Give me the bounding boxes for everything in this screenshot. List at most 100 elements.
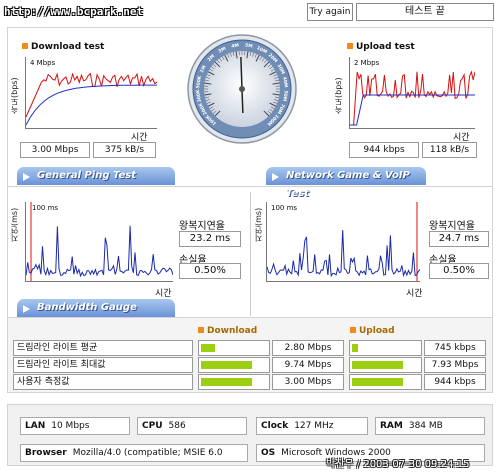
os-label: OS bbox=[261, 448, 276, 458]
bandwidth-upload-value: 7.93 Mbps bbox=[424, 357, 486, 373]
bar-fill bbox=[352, 361, 403, 369]
bandwidth-upload-header-text: Upload bbox=[359, 326, 395, 336]
download-ylabel: 속도(bps) bbox=[10, 77, 19, 114]
ping-chart: 100 ms bbox=[25, 202, 173, 282]
bar-fill bbox=[201, 378, 252, 386]
bandwidth-upload-value: 944 kbps bbox=[424, 374, 486, 390]
download-average-line bbox=[26, 84, 157, 126]
download-title-text: Download test bbox=[31, 42, 105, 52]
bandwidth-row-label: 드림라인 라이트 평균 bbox=[13, 340, 193, 356]
site-url: http://www.bcpark.net bbox=[4, 5, 144, 18]
game-scale-label: 100 ms bbox=[271, 204, 298, 212]
cpu-label: CPU bbox=[142, 421, 163, 431]
bar-fill bbox=[201, 361, 252, 369]
orange-square-icon bbox=[350, 327, 356, 333]
lan-value: 10 Mbps bbox=[51, 421, 90, 431]
download-chart: 4 Mbps bbox=[25, 57, 157, 129]
gauge-tick-label: 4M bbox=[231, 42, 240, 49]
game-chart: 100 ms bbox=[266, 202, 420, 282]
download-mbps-field: 3.00 Mbps bbox=[20, 142, 90, 158]
ping-series-line bbox=[26, 225, 173, 278]
upload-series-line bbox=[350, 70, 475, 126]
bandwidth-upload-value: 745 kbps bbox=[424, 340, 486, 356]
upload-kbps-field: 944 kbps bbox=[349, 142, 419, 158]
arrow-icon bbox=[272, 173, 279, 181]
upload-chart: 2 Mbps bbox=[349, 57, 475, 129]
speed-gauge: 100K 200K 300K 500K 1M 2M 3M 4M 5M 10M 20M 30M 40M 50… bbox=[186, 33, 298, 145]
lan-info: LAN 10 Mbps bbox=[20, 417, 130, 435]
browser-label: Browser bbox=[25, 448, 67, 458]
arrow-icon bbox=[23, 173, 30, 181]
ram-label: RAM bbox=[380, 421, 403, 431]
upload-test-title: Upload test bbox=[347, 42, 415, 52]
bar-fill bbox=[352, 344, 358, 352]
bandwidth-upload-bar bbox=[349, 340, 422, 356]
ping-loss-field: 0.50% bbox=[179, 263, 241, 279]
gauge-hub bbox=[239, 86, 245, 92]
upload-chart-svg bbox=[350, 70, 475, 126]
bar-fill bbox=[201, 344, 215, 352]
ping-tab-label: General Ping Test bbox=[37, 170, 137, 181]
upload-title-text: Upload test bbox=[356, 42, 415, 52]
upload-average-line bbox=[350, 94, 475, 126]
orange-square-icon bbox=[347, 43, 353, 49]
footer-signature: 박찬우 / 2003-07-30 09:24:15 bbox=[326, 459, 470, 470]
ping-chart-svg bbox=[26, 202, 173, 281]
gauge-svg: 100K200K300K500K1M2M3M4M 5M 10M20M30M40M50… bbox=[187, 34, 297, 144]
bandwidth-download-bar bbox=[198, 340, 270, 356]
game-delay-field: 24.7 ms bbox=[429, 231, 489, 247]
ram-info: RAM 384 MB bbox=[375, 417, 485, 435]
download-scale-label: 4 Mbps bbox=[30, 59, 56, 67]
general-ping-test-tab[interactable]: General Ping Test bbox=[17, 167, 175, 185]
ping-ylabel: 지연(ms) bbox=[10, 207, 19, 242]
bandwidth-tab-label: Bandwidth Gauge bbox=[37, 302, 137, 313]
bandwidth-upload-bar bbox=[349, 374, 422, 390]
bandwidth-download-bar bbox=[198, 357, 270, 373]
ping-xlabel: 시간 bbox=[155, 289, 172, 299]
clock-label: Clock bbox=[261, 421, 289, 431]
cpu-info: CPU 586 bbox=[137, 417, 247, 435]
bandwidth-download-value: 9.74 Mbps bbox=[272, 357, 344, 373]
bandwidth-download-header-text: Download bbox=[207, 326, 258, 336]
browser-value: Mozilla/4.0 (compatible; MSIE 6.0 bbox=[72, 448, 223, 458]
bar-fill bbox=[352, 378, 403, 386]
upload-scale-label: 2 Mbps bbox=[354, 59, 380, 67]
ping-scale-label: 100 ms bbox=[32, 204, 59, 212]
bandwidth-upload-bar bbox=[349, 357, 422, 373]
lan-label: LAN bbox=[25, 421, 46, 431]
bandwidth-download-bar bbox=[198, 374, 270, 390]
bandwidth-row-label: 드림라인 라이트 최대값 bbox=[13, 357, 193, 373]
bandwidth-upload-header: Upload bbox=[350, 326, 395, 336]
bandwidth-download-header: Download bbox=[198, 326, 257, 336]
download-test-title: Download test bbox=[22, 42, 104, 52]
ping-divider bbox=[250, 192, 251, 316]
game-ylabel: 지연(ms) bbox=[254, 207, 263, 242]
game-series-line bbox=[267, 230, 420, 278]
download-kbs-field: 375 kB/s bbox=[93, 142, 156, 158]
game-chart-svg bbox=[267, 202, 420, 281]
game-xlabel: 시간 bbox=[406, 289, 423, 299]
game-loss-field: 0.50% bbox=[429, 263, 489, 279]
download-series-line bbox=[26, 72, 157, 118]
download-chart-svg bbox=[26, 72, 157, 126]
game-delay-label: 왕복지연율 bbox=[429, 221, 475, 232]
browser-info: Browser Mozilla/4.0 (compatible; MSIE 6.0 bbox=[20, 444, 248, 462]
arrow-icon bbox=[23, 305, 30, 313]
upload-ylabel: 속도(bps) bbox=[334, 77, 343, 114]
orange-square-icon bbox=[22, 43, 28, 49]
upload-kbs-field: 118 kB/s bbox=[422, 142, 477, 158]
ping-delay-field: 23.2 ms bbox=[179, 231, 241, 247]
bandwidth-download-value: 3.00 Mbps bbox=[272, 374, 344, 390]
bandwidth-gauge-tab[interactable]: Bandwidth Gauge bbox=[17, 299, 175, 317]
bandwidth-row-label: 사용자 측정값 bbox=[13, 374, 193, 390]
ram-value: 384 MB bbox=[408, 421, 443, 431]
clock-value: 127 MHz bbox=[294, 421, 334, 431]
test-status-field: 테스트 끝 bbox=[356, 3, 494, 21]
ping-delay-label: 왕복지연율 bbox=[179, 221, 225, 232]
network-game-voip-tab[interactable]: Network Game & VoIP Test bbox=[266, 167, 426, 199]
orange-square-icon bbox=[198, 327, 204, 333]
clock-info: Clock 127 MHz bbox=[256, 417, 368, 435]
try-again-button[interactable]: Try again bbox=[307, 3, 353, 21]
cpu-value: 586 bbox=[168, 421, 186, 431]
bandwidth-download-value: 2.80 Mbps bbox=[272, 340, 344, 356]
